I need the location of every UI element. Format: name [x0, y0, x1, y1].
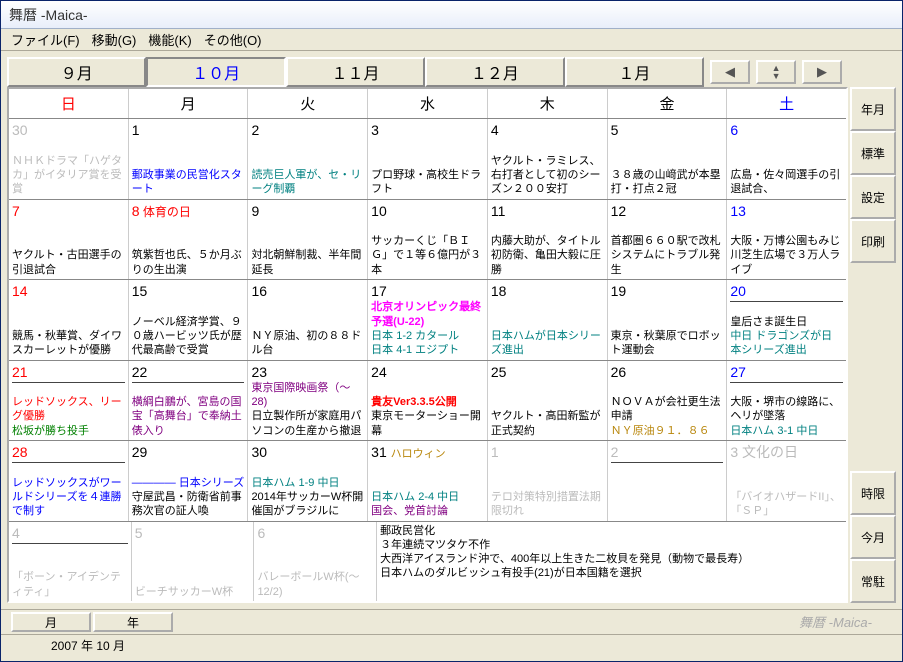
month-tabs: ９月１０月１１月１２月１月 ◀ ▲▼ ▶: [7, 57, 848, 87]
footer-tab-month[interactable]: 月: [11, 612, 91, 632]
calendar-cell[interactable]: 7ヤクルト・古田選手の引退試合: [9, 200, 129, 280]
calendar-cell[interactable]: 18日本ハムが日本シリーズ進出: [488, 280, 608, 360]
calendar-cell[interactable]: 25ヤクルト・高田新監が正式契約: [488, 361, 608, 441]
day-label: 金: [608, 89, 728, 118]
month-tab[interactable]: １月: [565, 57, 704, 87]
calendar-cell[interactable]: 6バレーボールW杯(～12/2): [254, 522, 377, 602]
calendar-cell[interactable]: 2読売巨人軍が、セ・リーグ制覇: [248, 119, 368, 199]
calendar-cell[interactable]: 4「ボーン・アイデンティティ」: [9, 522, 132, 602]
calendar-cell[interactable]: 19東京・秋葉原でロボット運動会: [608, 280, 728, 360]
calendar-cell[interactable]: 31 ハロウィン日本ハム 2-4 中日国会、党首討論: [368, 441, 488, 521]
calendar-cell[interactable]: 17北京オリンピック最終予選(U-22)日本 1-2 カタール日本 4-1 エジ…: [368, 280, 488, 360]
menu-func[interactable]: 機能(K): [142, 28, 197, 51]
sidebar-button[interactable]: 標準: [850, 131, 896, 175]
calendar-cell[interactable]: 23東京国際映画祭（～28)日立製作所が家庭用パソコンの生産から撤退: [248, 361, 368, 441]
day-label: 土: [727, 89, 846, 118]
menu-bar: ファイル(F) 移動(G) 機能(K) その他(O): [1, 29, 902, 51]
calendar-cell[interactable]: 3 文化の日「バイオハザードII」、「ＳＰ」: [727, 441, 846, 521]
calendar-cell[interactable]: 29―――― 日本シリーズ守屋武昌・防衛省前事務次官の証人喚: [129, 441, 249, 521]
sidebar-button[interactable]: 時限: [850, 471, 896, 515]
day-label: 火: [248, 89, 368, 118]
footer-credit: 舞暦 -Maica-: [799, 612, 892, 632]
sidebar: 年月標準設定印刷時限今月常駐: [848, 57, 898, 603]
next-button[interactable]: ▶: [802, 60, 842, 84]
calendar-cell[interactable]: 28レッドソックスがワールドシリーズを４連勝で制す: [9, 441, 129, 521]
sidebar-button[interactable]: 常駐: [850, 559, 896, 603]
month-tab[interactable]: １２月: [425, 57, 564, 87]
calendar-cell[interactable]: 11内藤大助が、タイトル初防衛、亀田大毅に圧勝: [488, 200, 608, 280]
calendar-cell[interactable]: 30日本ハム 1-9 中日2014年サッカーW杯開催国がブラジルに: [248, 441, 368, 521]
calendar-cell[interactable]: 10サッカーくじ「ＢＩＧ」で１等６億円が３本: [368, 200, 488, 280]
calendar-cell[interactable]: 12首都圏６６０駅で改札システムにトラブル発生: [608, 200, 728, 280]
calendar-cell[interactable]: 1テロ対策特別措置法期限切れ: [488, 441, 608, 521]
day-header: 日月火水木金土: [9, 89, 846, 119]
updown-button[interactable]: ▲▼: [756, 60, 796, 84]
calendar-cell[interactable]: 13大阪・万博公園もみじ川芝生広場で３万人ライブ: [727, 200, 846, 280]
menu-move[interactable]: 移動(G): [86, 28, 143, 51]
calendar-cell[interactable]: 22横綱白鵬が、宮島の国宝「高舞台」で奉納土俵入り: [129, 361, 249, 441]
calendar-cell[interactable]: 2: [608, 441, 728, 521]
calendar-cell[interactable]: 15ノーベル経済学賞、９０歳ハービッツ氏が歴代最高齢で受賞: [129, 280, 249, 360]
calendar-cell[interactable]: 21レッドソックス、リーグ優勝松坂が勝ち投手: [9, 361, 129, 441]
month-tab[interactable]: １１月: [286, 57, 425, 87]
calendar-cell[interactable]: 14競馬・秋華賞、ダイワスカーレットが優勝: [9, 280, 129, 360]
sidebar-button[interactable]: 今月: [850, 515, 896, 559]
calendar-cell[interactable]: 27大阪・堺市の線路に、ヘリが墜落日本ハム 3-1 中日: [727, 361, 846, 441]
status-bar: 2007 年 10 月: [1, 634, 902, 656]
notes-cell: 郵政民営化３年連続マツタケ不作大西洋アイスランド沖で、400年以上生きた二枚貝を…: [377, 522, 846, 602]
menu-other[interactable]: その他(O): [198, 28, 268, 51]
day-label: 月: [129, 89, 249, 118]
sidebar-button[interactable]: 印刷: [850, 219, 896, 263]
calendar-cell[interactable]: 5ビーチサッカーW杯: [132, 522, 255, 602]
calendar-cell[interactable]: 1郵政事業の民営化スタート: [129, 119, 249, 199]
day-label: 日: [9, 89, 129, 118]
footer-tab-year[interactable]: 年: [93, 612, 173, 632]
calendar-cell[interactable]: 4ヤクルト・ラミレス、右打者として初のシーズン２００安打: [488, 119, 608, 199]
calendar-cell[interactable]: 5３８歳の山﨑武が本塁打・打点２冠: [608, 119, 728, 199]
calendar-cell[interactable]: 20皇后さま誕生日中日 ドラゴンズが日本シリーズ進出: [727, 280, 846, 360]
window-title: 舞暦 -Maica-: [1, 1, 902, 29]
calendar-cell[interactable]: 24貴友Ver3.3.5公開東京モーターショー開幕: [368, 361, 488, 441]
menu-file[interactable]: ファイル(F): [5, 28, 86, 51]
sidebar-button[interactable]: 年月: [850, 87, 896, 131]
calendar-cell[interactable]: 30ＮＨＫドラマ「ハゲタカ」がイタリア賞を受賞: [9, 119, 129, 199]
month-tab[interactable]: ９月: [7, 57, 146, 87]
calendar-cell[interactable]: 8 体育の日筑紫哲也氏、５か月ぶりの生出演: [129, 200, 249, 280]
calendar-cell[interactable]: 3プロ野球・高校生ドラフト: [368, 119, 488, 199]
calendar-cell[interactable]: 16ＮＹ原油、初の８８ドル台: [248, 280, 368, 360]
calendar-cell[interactable]: 9対北朝鮮制裁、半年間延長: [248, 200, 368, 280]
prev-button[interactable]: ◀: [710, 60, 750, 84]
day-label: 木: [488, 89, 608, 118]
month-tab[interactable]: １０月: [146, 57, 285, 87]
day-label: 水: [368, 89, 488, 118]
calendar-cell[interactable]: 6広島・佐々岡選手の引退試合、: [727, 119, 846, 199]
calendar-cell[interactable]: 26ＮＯＶＡが会社更生法申請ＮＹ原油９１．８６: [608, 361, 728, 441]
sidebar-button[interactable]: 設定: [850, 175, 896, 219]
